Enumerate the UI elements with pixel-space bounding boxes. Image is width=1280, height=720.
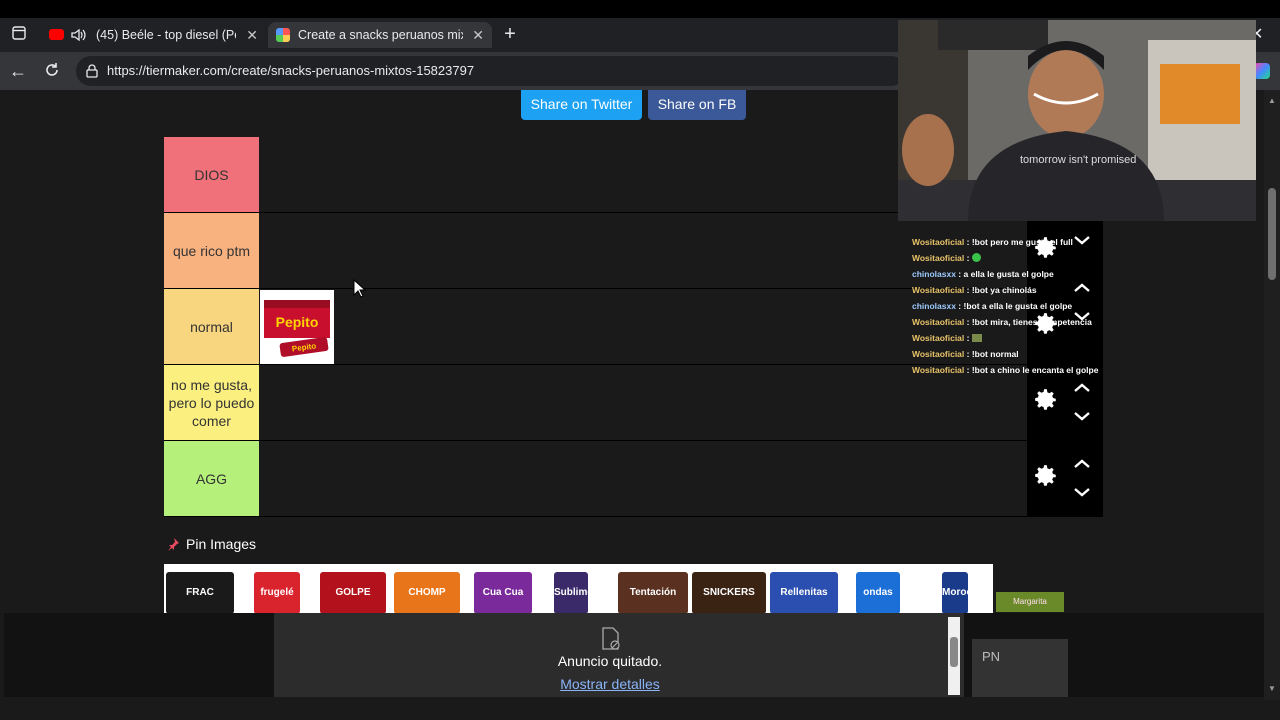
ad-scrollbar[interactable] bbox=[948, 617, 960, 695]
move-down-icon[interactable] bbox=[1071, 485, 1093, 499]
address-bar[interactable]: https://tiermaker.com/create/snacks-peru… bbox=[76, 56, 906, 86]
emote-icon bbox=[971, 334, 982, 342]
snack-tile[interactable]: ondas bbox=[856, 572, 900, 614]
pin-images-label: Pin Images bbox=[186, 536, 257, 552]
hoodie-text: tomorrow isn't promised bbox=[1020, 154, 1136, 166]
emote-icon bbox=[971, 253, 981, 262]
pin-images-toggle[interactable]: Pin Images bbox=[166, 536, 256, 556]
ad-banner: Anuncio quitado. Mostrar detalles PN bbox=[4, 613, 1264, 697]
tier-label[interactable]: AGG bbox=[164, 441, 259, 516]
speaker-icon[interactable] bbox=[70, 27, 88, 43]
url-text: https://tiermaker.com/create/snacks-peru… bbox=[107, 63, 475, 78]
chat-message: chinolasxx : a ella le gusta el golpe bbox=[912, 269, 1054, 279]
snack-tile[interactable]: GOLPE bbox=[320, 572, 386, 614]
snack-tile[interactable]: Rellenitas bbox=[770, 572, 838, 614]
snack-tile-pepito[interactable]: Pepito Pepito bbox=[260, 290, 334, 364]
move-down-icon[interactable] bbox=[1071, 409, 1093, 423]
share-twitter-button[interactable]: Share on Twitter bbox=[521, 90, 642, 120]
snack-tile[interactable]: FRAC bbox=[166, 572, 234, 614]
webcam-overlay: tomorrow isn't promised bbox=[898, 20, 1256, 221]
snack-tile[interactable]: Sublime Cono bbox=[554, 572, 588, 614]
back-arrow-icon[interactable]: ← bbox=[8, 61, 28, 81]
new-tab-icon[interactable]: + bbox=[500, 24, 520, 44]
document-blocked-icon bbox=[602, 627, 620, 650]
stream-chat: Wositaoficial : !bot pero me gusta el fu… bbox=[912, 234, 1108, 380]
scroll-up-icon[interactable]: ▲ bbox=[1267, 96, 1277, 105]
youtube-icon bbox=[49, 29, 64, 40]
scroll-down-icon[interactable]: ▼ bbox=[1267, 684, 1277, 693]
chat-message: Wositaoficial : bbox=[912, 330, 1108, 346]
snack-tile[interactable]: frugelé bbox=[254, 572, 300, 614]
tier-row: AGG bbox=[164, 441, 1103, 517]
snack-tile[interactable]: CHOMP bbox=[394, 572, 460, 614]
snack-tile[interactable]: Tentación bbox=[618, 572, 688, 614]
chat-message: Wositaoficial : bbox=[912, 250, 1108, 266]
chat-message: Wositaoficial : !bot ya chinolás bbox=[912, 285, 1037, 295]
snack-tile[interactable]: Cua Cua bbox=[474, 572, 532, 614]
screen: (45) Beéle - top diesel (Perfo ✕ Create … bbox=[0, 0, 1280, 720]
snack-tile[interactable]: SNICKERS bbox=[692, 572, 766, 614]
mouse-cursor-icon bbox=[353, 278, 367, 299]
chat-message: chinolasxx : !bot a ella le gusta el gol… bbox=[912, 301, 1073, 311]
tab-youtube[interactable]: (45) Beéle - top diesel (Perfo ✕ bbox=[40, 22, 266, 48]
tiermaker-icon bbox=[276, 28, 290, 42]
move-up-icon[interactable] bbox=[1071, 381, 1093, 395]
tier-dropzone[interactable] bbox=[259, 441, 1027, 516]
tab-label: Create a snacks peruanos mixtos bbox=[298, 28, 463, 42]
ad-removed-text: Anuncio quitado. bbox=[557, 653, 663, 669]
move-up-icon[interactable] bbox=[1071, 457, 1093, 471]
tier-controls bbox=[1027, 441, 1103, 517]
reload-icon[interactable] bbox=[42, 61, 62, 81]
tier-label[interactable]: normal bbox=[164, 289, 259, 364]
snack-tile[interactable]: Morocha bbox=[942, 572, 968, 614]
tier-label[interactable]: no me gusta, pero lo puedo comer bbox=[164, 365, 259, 440]
pin-icon bbox=[168, 538, 179, 551]
site-info-icon[interactable] bbox=[84, 63, 100, 79]
unranked-images-strip: FRAC frugelé GOLPE CHOMP Cua Cua Sublime… bbox=[164, 564, 993, 614]
show-details-link[interactable]: Mostrar detalles bbox=[274, 676, 946, 692]
gear-icon[interactable] bbox=[1033, 463, 1059, 489]
scrollbar-thumb[interactable] bbox=[1268, 188, 1276, 280]
chat-message: Wositaoficial : !bot a chino le encanta … bbox=[912, 365, 1099, 375]
chat-message: Wositaoficial : !bot pero me gusta el fu… bbox=[912, 237, 1073, 247]
tab-label: (45) Beéle - top diesel (Perfo bbox=[96, 28, 236, 42]
chat-message: Wositaoficial : !bot mira, tienes compet… bbox=[912, 317, 1092, 327]
chat-message: Wositaoficial : !bot normal bbox=[912, 349, 1019, 359]
gear-icon[interactable] bbox=[1033, 387, 1059, 413]
copilot-icon[interactable] bbox=[1254, 63, 1270, 79]
close-icon[interactable]: ✕ bbox=[246, 22, 258, 48]
ad-side-label: PN bbox=[972, 639, 1068, 697]
tab-tiermaker[interactable]: Create a snacks peruanos mixtos ✕ bbox=[268, 22, 492, 48]
snack-tile[interactable]: Margarita bbox=[996, 592, 1064, 612]
ad-removed-box: Anuncio quitado. Mostrar detalles bbox=[274, 613, 964, 697]
tier-label[interactable]: que rico ptm bbox=[164, 213, 259, 288]
close-icon[interactable]: ✕ bbox=[472, 22, 484, 48]
snack-brand-text: Pepito bbox=[276, 314, 319, 330]
tab-actions-icon[interactable] bbox=[9, 26, 29, 44]
tier-label[interactable]: DIOS bbox=[164, 137, 259, 212]
page-scrollbar[interactable]: ▲ ▼ bbox=[1264, 90, 1280, 700]
share-facebook-button[interactable]: Share on FB bbox=[648, 90, 746, 120]
